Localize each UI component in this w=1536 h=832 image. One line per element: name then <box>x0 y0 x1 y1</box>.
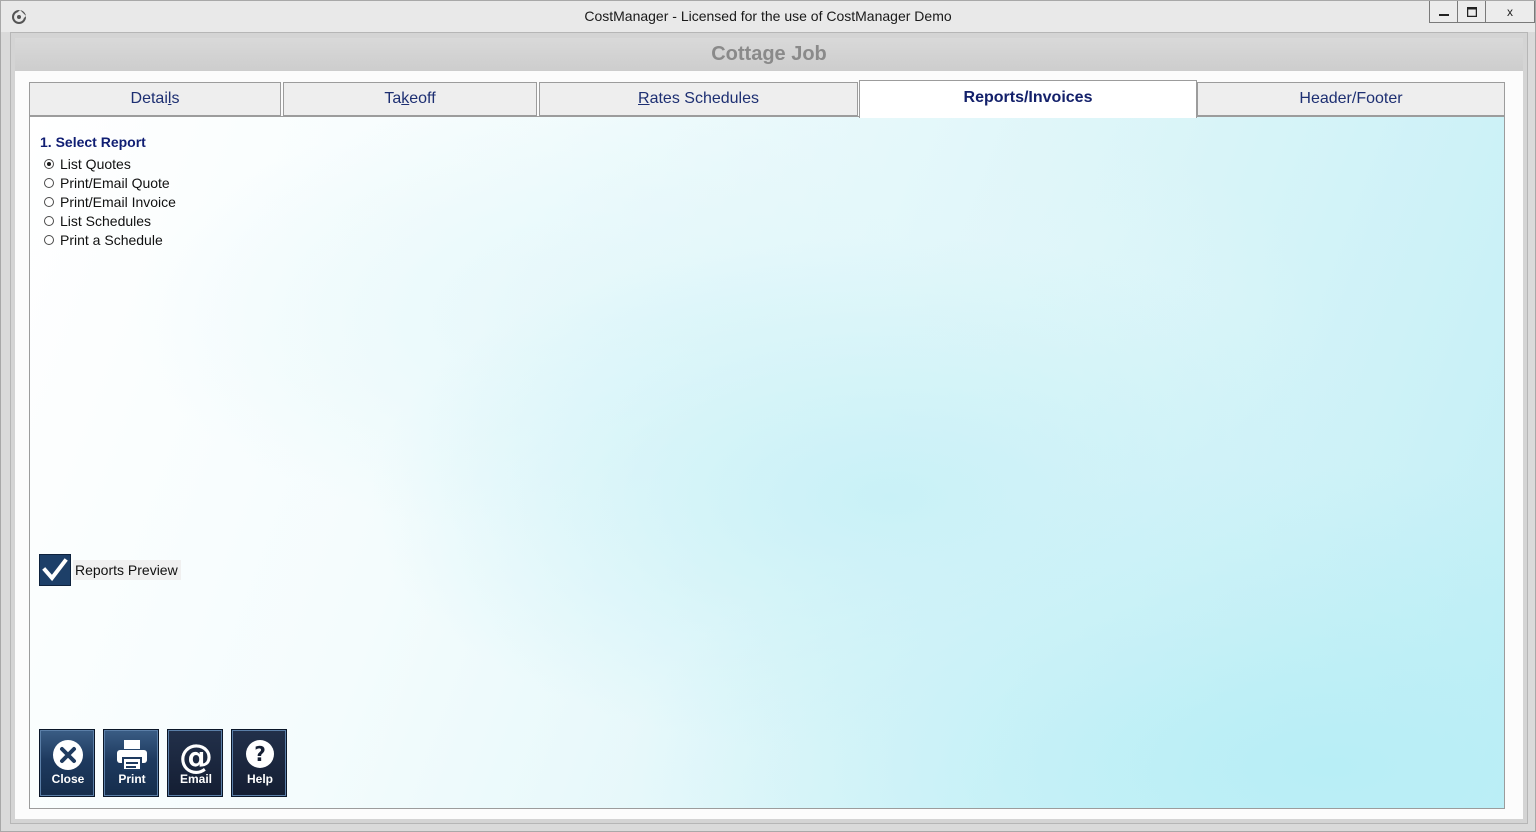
minimize-icon <box>1438 13 1449 16</box>
tab-header-footer-label: Header/Footer <box>1299 90 1403 107</box>
reports-preview-checkbox[interactable] <box>39 554 71 586</box>
tab-rates-schedules[interactable]: Rates Schedules <box>539 82 858 116</box>
tab-reports-invoices-label: Reports/Invoices <box>963 88 1093 106</box>
job-title: Cottage Job <box>711 43 827 65</box>
report-option-print-a-schedule[interactable]: Print a Schedule <box>44 231 163 249</box>
tab-reports-invoices[interactable]: Reports/Invoices <box>859 80 1197 118</box>
radio-button[interactable] <box>44 216 54 226</box>
maximize-icon <box>1466 6 1477 17</box>
at-sign-icon: @ <box>179 738 213 774</box>
checkmark-icon <box>42 558 68 582</box>
tab-details-label: Details <box>130 90 180 107</box>
select-report-heading: 1. Select Report <box>40 134 146 150</box>
tab-details[interactable]: Details <box>29 82 281 116</box>
reports-preview-toggle[interactable]: Reports Preview <box>39 553 181 587</box>
print-button[interactable]: Print <box>103 729 159 797</box>
radio-button[interactable] <box>44 178 54 188</box>
close-window-button[interactable]: x <box>1485 1 1535 23</box>
tab-takeoff[interactable]: Takeoff <box>283 82 537 116</box>
svg-text:@: @ <box>179 738 213 774</box>
radio-button[interactable] <box>44 235 54 245</box>
svg-text:?: ? <box>254 742 266 766</box>
question-icon: ? <box>246 740 274 768</box>
close-window-icon: x <box>1507 4 1513 19</box>
minimize-button[interactable] <box>1429 1 1457 23</box>
report-option-list-quotes[interactable]: List Quotes <box>44 155 131 173</box>
report-option-label: List Schedules <box>60 213 152 229</box>
report-option-label: List Quotes <box>60 156 131 172</box>
job-title-bar: Cottage Job <box>15 38 1523 71</box>
report-option-label: Print a Schedule <box>60 232 163 248</box>
close-button[interactable]: Close <box>39 729 95 797</box>
radio-button[interactable] <box>44 197 54 207</box>
maximize-button[interactable] <box>1457 1 1485 23</box>
email-button[interactable]: @ Email <box>167 729 223 797</box>
radio-button[interactable] <box>44 159 54 169</box>
report-option-list-schedules[interactable]: List Schedules <box>44 212 151 230</box>
reports-panel <box>29 116 1505 809</box>
window-controls: x <box>1429 1 1535 23</box>
report-option-print-email-quote[interactable]: Print/Email Quote <box>44 174 170 192</box>
help-button[interactable]: ? Help <box>231 729 287 797</box>
tab-rates-schedules-label: Rates Schedules <box>638 90 759 107</box>
title-bar[interactable]: CostManager - Licensed for the use of Co… <box>1 1 1535 32</box>
tab-header-footer[interactable]: Header/Footer <box>1197 82 1505 116</box>
report-option-print-email-invoice[interactable]: Print/Email Invoice <box>44 193 176 211</box>
printer-icon <box>117 740 147 771</box>
close-button-label: Close <box>51 772 85 786</box>
tab-takeoff-label: Takeoff <box>384 90 436 107</box>
help-button-label: Help <box>246 772 273 786</box>
print-button-label: Print <box>118 772 146 786</box>
reports-preview-label: Reports Preview <box>73 560 181 580</box>
window-title: CostManager - Licensed for the use of Co… <box>584 8 952 24</box>
email-button-label: Email <box>179 772 212 786</box>
report-option-label: Print/Email Invoice <box>60 194 176 210</box>
app-window: CostManager - Licensed for the use of Co… <box>0 0 1536 832</box>
close-icon <box>53 740 83 770</box>
report-option-label: Print/Email Quote <box>60 175 170 191</box>
